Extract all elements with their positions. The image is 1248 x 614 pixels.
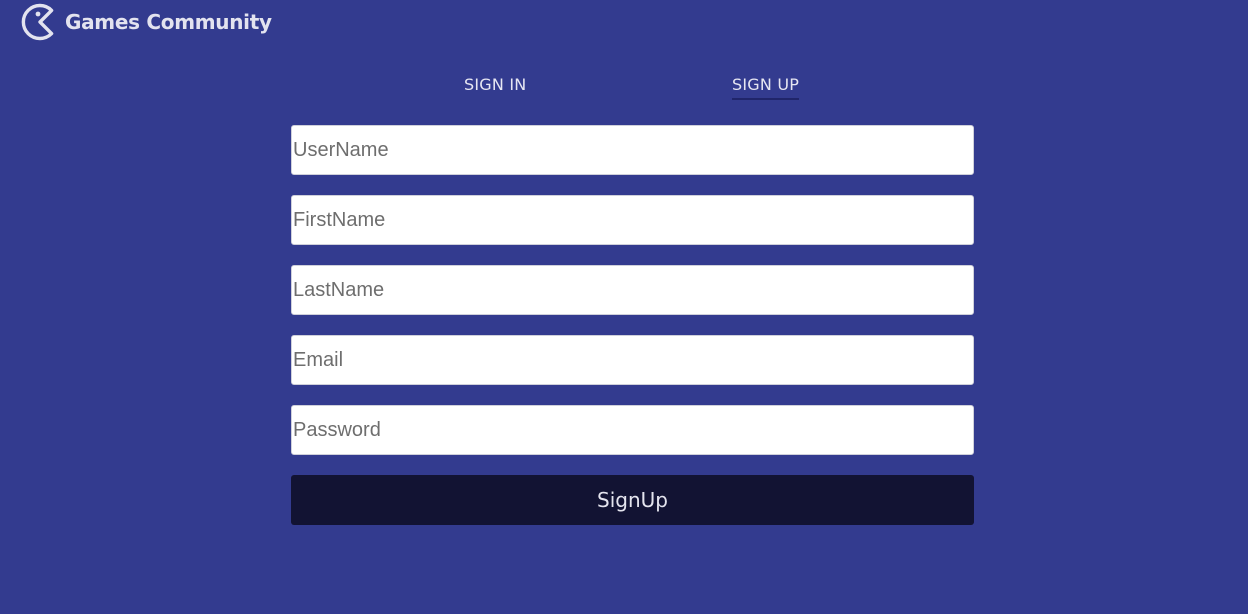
brand-name: Games Community <box>65 10 272 34</box>
username-field[interactable] <box>291 125 974 175</box>
tab-sign-up[interactable]: SIGN UP <box>732 74 800 100</box>
firstname-field[interactable] <box>291 195 974 245</box>
lastname-field[interactable] <box>291 265 974 315</box>
brand-logo[interactable]: Games Community <box>21 3 272 41</box>
pacman-icon <box>21 3 54 41</box>
tab-sign-in[interactable]: SIGN IN <box>464 74 526 96</box>
auth-tabs: SIGN IN SIGN UP <box>0 74 1248 102</box>
signup-form: SignUp <box>291 125 974 525</box>
email-field[interactable] <box>291 335 974 385</box>
signup-button[interactable]: SignUp <box>291 475 974 525</box>
password-field[interactable] <box>291 405 974 455</box>
